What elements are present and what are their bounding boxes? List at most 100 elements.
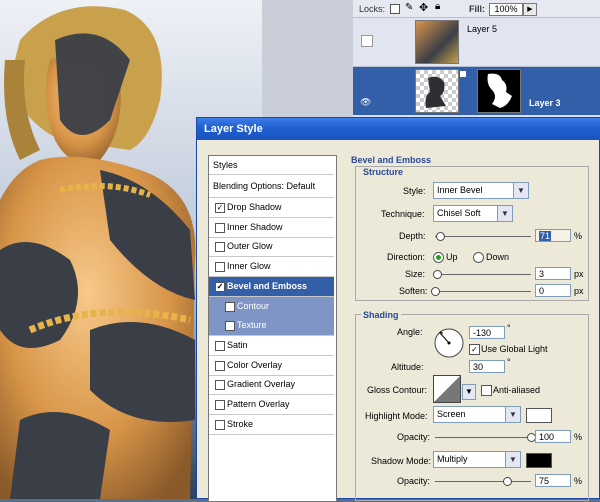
layer-mask-thumbnail[interactable] bbox=[477, 69, 521, 113]
style-checkbox[interactable] bbox=[215, 222, 225, 233]
direction-up-label: Up bbox=[446, 252, 458, 262]
style-item-label: Satin bbox=[227, 339, 248, 350]
brush-icon[interactable]: ✎ bbox=[405, 2, 413, 13]
style-item-drop-shadow[interactable]: ✓ Drop Shadow bbox=[209, 198, 334, 218]
locks-label: Locks: bbox=[359, 4, 386, 14]
style-item-outer-glow[interactable]: Outer Glow bbox=[209, 237, 334, 258]
direction-down-radio[interactable] bbox=[473, 252, 484, 263]
soften-slider-knob[interactable] bbox=[431, 287, 440, 296]
style-select[interactable]: Inner Bevel ▼ bbox=[433, 182, 529, 199]
depth-slider-knob[interactable] bbox=[435, 232, 445, 241]
gloss-contour-preview[interactable] bbox=[433, 375, 461, 403]
size-unit: px bbox=[574, 269, 584, 279]
style-item-texture[interactable]: Texture bbox=[209, 316, 334, 337]
angle-input[interactable]: -130 bbox=[469, 326, 505, 339]
shadow-opacity-input[interactable]: 75 bbox=[535, 474, 571, 487]
move-icon[interactable]: ✥ bbox=[419, 1, 428, 14]
visibility-toggle[interactable] bbox=[361, 35, 373, 47]
style-checkbox[interactable]: ✓ bbox=[215, 281, 225, 292]
shadow-mode-label: Shadow Mode: bbox=[371, 456, 432, 466]
eye-icon[interactable]: 👁︎ bbox=[360, 97, 371, 108]
altitude-input[interactable]: 30 bbox=[469, 360, 505, 373]
layer-row-layer3[interactable]: 👁︎ Layer 3 bbox=[353, 67, 600, 115]
style-item-stroke[interactable]: Stroke bbox=[209, 415, 334, 435]
depth-input[interactable]: 71 bbox=[535, 229, 571, 242]
style-checkbox[interactable] bbox=[215, 242, 225, 253]
use-global-light-label: Use Global Light bbox=[481, 344, 548, 354]
bevel-emboss-panel: Bevel and Emboss Structure Style: Inner … bbox=[347, 153, 592, 501]
lock-icon[interactable]: 🔒︎ bbox=[435, 1, 440, 12]
soften-slider-track[interactable] bbox=[435, 291, 531, 292]
size-slider-track[interactable] bbox=[435, 274, 531, 275]
style-checkbox[interactable] bbox=[215, 419, 225, 430]
style-item-inner-shadow[interactable]: Inner Shadow bbox=[209, 218, 334, 238]
style-item-contour[interactable]: Contour bbox=[209, 296, 334, 317]
shadow-opacity-knob[interactable] bbox=[503, 477, 512, 486]
angle-label: Angle: bbox=[397, 327, 423, 337]
style-checkbox[interactable] bbox=[225, 301, 235, 312]
chevron-down-icon: ▼ bbox=[513, 183, 528, 198]
style-item-gradient-overlay[interactable]: Gradient Overlay bbox=[209, 375, 334, 396]
altitude-label: Altitude: bbox=[391, 362, 424, 372]
style-checkbox[interactable] bbox=[215, 262, 225, 273]
style-item-satin[interactable]: Satin bbox=[209, 336, 334, 356]
gloss-contour-dropdown[interactable]: ▼ bbox=[462, 384, 476, 400]
fill-input[interactable]: 100% bbox=[489, 3, 523, 16]
style-checkbox[interactable] bbox=[225, 321, 235, 332]
dialog-title: Layer Style bbox=[204, 123, 263, 135]
lock-transparency-checkbox[interactable] bbox=[390, 4, 400, 14]
altitude-unit: ° bbox=[507, 357, 511, 367]
lock-row: Locks: ✎ ✥ 🔒︎ Fill: bbox=[353, 0, 600, 18]
style-item-label: Inner Shadow bbox=[227, 221, 283, 232]
size-label: Size: bbox=[405, 269, 426, 279]
shadow-opacity-track[interactable] bbox=[435, 481, 531, 482]
direction-up-radio[interactable] bbox=[433, 252, 444, 263]
size-slider-knob[interactable] bbox=[432, 270, 442, 279]
style-checkbox[interactable]: ✓ bbox=[215, 203, 225, 213]
structure-title: Structure bbox=[361, 167, 406, 177]
style-checkbox[interactable] bbox=[215, 380, 225, 391]
style-item-label: Color Overlay bbox=[227, 359, 283, 370]
style-item-inner-glow[interactable]: Inner Glow bbox=[209, 257, 334, 278]
styles-header[interactable]: Styles bbox=[209, 156, 334, 175]
shadow-mode-select[interactable]: Multiply ▼ bbox=[433, 451, 521, 468]
direction-down-label: Down bbox=[486, 252, 510, 262]
highlight-mode-select[interactable]: Screen ▼ bbox=[433, 406, 521, 423]
use-global-light-checkbox[interactable]: ✓ bbox=[469, 344, 480, 355]
size-input[interactable]: 3 bbox=[535, 267, 571, 280]
layer-name: Layer 3 bbox=[529, 98, 561, 108]
highlight-color-swatch[interactable] bbox=[526, 408, 552, 423]
soften-unit: px bbox=[574, 286, 584, 296]
highlight-opacity-input[interactable]: 100 bbox=[535, 430, 571, 443]
technique-select[interactable]: Chisel Soft ▼ bbox=[433, 205, 513, 222]
style-item-label: Bevel and Emboss bbox=[227, 280, 308, 291]
angle-dial[interactable] bbox=[433, 327, 465, 359]
style-item-color-overlay[interactable]: Color Overlay bbox=[209, 356, 334, 376]
style-checkbox[interactable] bbox=[215, 400, 225, 410]
depth-slider-track[interactable] bbox=[435, 236, 531, 237]
style-item-bevel-and-emboss[interactable]: ✓ Bevel and Emboss bbox=[209, 276, 334, 297]
chevron-down-icon: ▼ bbox=[497, 206, 512, 221]
layer-style-dialog: Layer Style Styles Blending Options: Def… bbox=[196, 117, 600, 502]
fill-label: Fill: bbox=[469, 4, 485, 14]
style-item-label: Contour bbox=[237, 300, 270, 311]
shadow-opacity-unit: % bbox=[574, 476, 583, 486]
blending-options-item[interactable]: Blending Options: Default bbox=[209, 177, 334, 198]
layer-thumbnail bbox=[415, 20, 459, 64]
dialog-titlebar[interactable]: Layer Style bbox=[197, 118, 600, 140]
anti-aliased-checkbox[interactable] bbox=[481, 385, 492, 396]
highlight-opacity-track[interactable] bbox=[435, 437, 531, 438]
highlight-opacity-unit: % bbox=[574, 432, 583, 442]
fill-arrow-button[interactable]: ▶ bbox=[523, 3, 537, 16]
shadow-color-swatch[interactable] bbox=[526, 453, 552, 468]
style-item-label: Outer Glow bbox=[227, 241, 273, 252]
layer-thumbnail bbox=[415, 69, 459, 113]
soften-input[interactable]: 0 bbox=[535, 284, 571, 297]
layer-row-layer5[interactable]: Layer 5 bbox=[353, 18, 600, 67]
style-checkbox[interactable] bbox=[215, 340, 225, 351]
highlight-opacity-label: Opacity: bbox=[397, 432, 431, 442]
styles-list: Styles Blending Options: Default ✓ Drop S… bbox=[208, 155, 337, 502]
style-item-pattern-overlay[interactable]: Pattern Overlay bbox=[209, 395, 334, 415]
shadow-opacity-label: Opacity: bbox=[397, 476, 431, 486]
style-checkbox[interactable] bbox=[215, 360, 225, 371]
